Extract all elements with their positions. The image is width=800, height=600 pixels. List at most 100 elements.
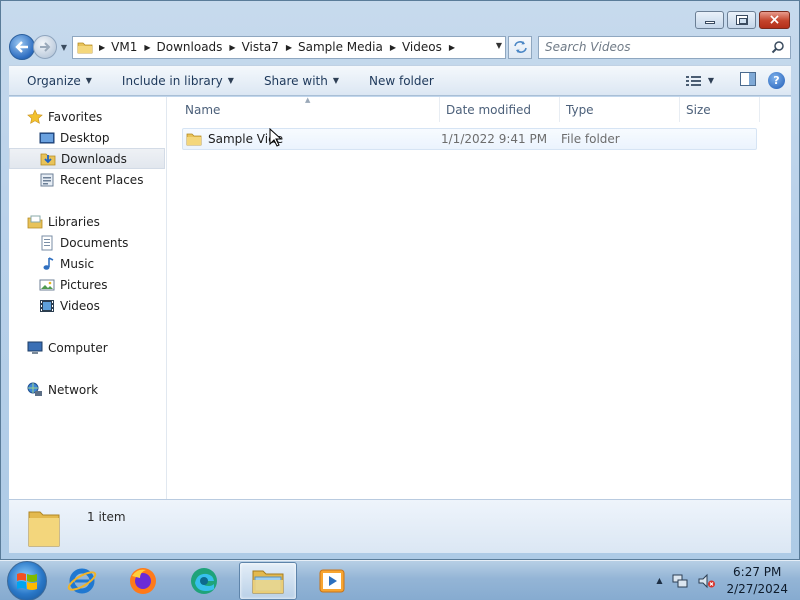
breadcrumb-arrow-icon[interactable]: ▶ bbox=[144, 43, 150, 52]
breadcrumb-arrow-icon[interactable]: ▶ bbox=[449, 43, 455, 52]
column-header-size[interactable]: Size bbox=[680, 97, 760, 122]
refresh-button[interactable] bbox=[508, 35, 532, 59]
nav-item-documents[interactable]: Documents bbox=[9, 232, 166, 253]
search-box[interactable] bbox=[538, 35, 791, 59]
item-count: 1 item bbox=[87, 510, 126, 524]
nav-item-libraries[interactable]: Libraries bbox=[9, 211, 166, 232]
nav-label: Computer bbox=[48, 340, 108, 355]
share-with-button[interactable]: Share with ▼ bbox=[264, 74, 339, 88]
network-status-icon[interactable] bbox=[672, 573, 688, 589]
address-dropdown-icon[interactable]: ▼ bbox=[496, 41, 502, 50]
nav-item-videos[interactable]: Videos bbox=[9, 295, 166, 316]
nav-label: Favorites bbox=[48, 109, 103, 124]
volume-muted-icon[interactable] bbox=[698, 573, 716, 589]
chevron-down-icon[interactable]: ▼ bbox=[708, 76, 714, 85]
downloads-folder-icon bbox=[40, 153, 56, 165]
close-button[interactable]: × bbox=[759, 11, 790, 29]
column-header-label: Name bbox=[185, 102, 221, 117]
taskbar-firefox[interactable] bbox=[117, 562, 169, 600]
nav-item-recent-places[interactable]: Recent Places bbox=[9, 169, 166, 190]
back-button[interactable] bbox=[9, 34, 35, 60]
nav-label: Downloads bbox=[61, 151, 127, 166]
search-input[interactable] bbox=[539, 36, 790, 58]
help-button[interactable]: ? bbox=[768, 72, 785, 89]
forward-button[interactable] bbox=[33, 35, 57, 59]
system-tray: ▲ 6:27 PM 2/27/2024 bbox=[656, 564, 788, 598]
column-header-label: Type bbox=[566, 102, 594, 117]
address-bar[interactable]: ▶ VM1 ▶ Downloads ▶ Vista7 ▶ Sample Medi… bbox=[72, 35, 506, 59]
file-date-modified: 1/1/2022 9:41 PM bbox=[441, 132, 548, 146]
explorer-window: × ▼ ▶ VM1 ▶ Downloads ▶ Vista7 ▶ Sample … bbox=[0, 0, 800, 560]
nav-item-music[interactable]: Music bbox=[9, 253, 166, 274]
chevron-down-icon: ▼ bbox=[227, 76, 234, 85]
sort-ascending-icon: ▲ bbox=[305, 96, 311, 104]
chevron-down-icon: ▼ bbox=[332, 76, 339, 85]
command-bar: Organize ▼ Include in library ▼ Share with… bbox=[9, 65, 791, 96]
breadcrumb-arrow-icon[interactable]: ▶ bbox=[99, 43, 105, 52]
nav-label: Recent Places bbox=[60, 172, 144, 187]
mouse-cursor-icon bbox=[269, 128, 283, 147]
column-header-type[interactable]: Type bbox=[560, 97, 680, 122]
nav-label: Network bbox=[48, 382, 99, 397]
breadcrumb-label: Downloads bbox=[156, 40, 223, 54]
navigation-pane: Favorites Desktop Downloads Recent Place… bbox=[9, 97, 167, 499]
forward-arrow-icon bbox=[40, 42, 51, 52]
nav-item-downloads[interactable]: Downloads bbox=[9, 148, 165, 169]
firefox-icon bbox=[130, 567, 156, 594]
nav-item-computer[interactable]: Computer bbox=[9, 337, 166, 358]
clock[interactable]: 6:27 PM 2/27/2024 bbox=[726, 564, 788, 598]
breadcrumb-videos[interactable]: Videos bbox=[402, 37, 442, 58]
nav-label: Desktop bbox=[60, 130, 110, 145]
breadcrumb-vm1[interactable]: VM1 bbox=[111, 37, 137, 58]
nav-label: Music bbox=[60, 256, 95, 271]
search-icon[interactable] bbox=[771, 40, 785, 54]
include-in-library-label: Include in library bbox=[121, 73, 223, 88]
computer-icon bbox=[27, 341, 43, 354]
show-hidden-icons-icon[interactable]: ▲ bbox=[656, 576, 662, 585]
nav-item-network[interactable]: Network bbox=[9, 379, 166, 400]
file-list: ▲ Name Date modified Type Size Sample Vi… bbox=[167, 96, 791, 499]
recent-pages-dropdown-icon[interactable]: ▼ bbox=[58, 43, 70, 52]
taskbar-internet-explorer[interactable] bbox=[56, 562, 108, 600]
taskbar-file-explorer[interactable] bbox=[239, 561, 297, 600]
restore-icon bbox=[736, 15, 748, 25]
nav-item-desktop[interactable]: Desktop bbox=[9, 127, 166, 148]
preview-pane-button[interactable] bbox=[740, 72, 756, 89]
maximize-button[interactable] bbox=[727, 11, 756, 29]
new-folder-button[interactable]: New folder bbox=[369, 74, 434, 88]
recent-places-icon bbox=[40, 173, 54, 186]
breadcrumb-label: Videos bbox=[401, 40, 442, 54]
include-in-library-button[interactable]: Include in library ▼ bbox=[122, 74, 234, 88]
start-button[interactable] bbox=[7, 560, 47, 600]
column-header-name[interactable]: Name bbox=[167, 97, 440, 122]
taskbar-media-player[interactable] bbox=[306, 562, 358, 600]
nav-label: Libraries bbox=[48, 214, 100, 229]
organize-label: Organize bbox=[27, 73, 81, 88]
nav-item-favorites[interactable]: Favorites bbox=[9, 106, 166, 127]
taskbar-edge[interactable] bbox=[178, 562, 230, 600]
media-player-icon bbox=[319, 569, 345, 592]
chevron-down-icon: ▼ bbox=[85, 76, 92, 85]
network-icon bbox=[27, 382, 42, 396]
nav-item-pictures[interactable]: Pictures bbox=[9, 274, 166, 295]
minimize-button[interactable] bbox=[695, 11, 724, 29]
documents-icon bbox=[41, 235, 53, 250]
breadcrumb-downloads[interactable]: Downloads bbox=[157, 37, 223, 58]
breadcrumb-label: Vista7 bbox=[241, 40, 279, 54]
breadcrumb-arrow-icon[interactable]: ▶ bbox=[390, 43, 396, 52]
pictures-icon bbox=[39, 279, 55, 290]
breadcrumb-vista7[interactable]: Vista7 bbox=[242, 37, 279, 58]
libraries-icon bbox=[27, 215, 43, 228]
breadcrumb-arrow-icon[interactable]: ▶ bbox=[229, 43, 235, 52]
large-folder-icon bbox=[28, 511, 60, 547]
change-view-button[interactable]: ▼ bbox=[685, 75, 714, 87]
windows-logo-icon bbox=[17, 572, 37, 590]
folder-icon bbox=[186, 133, 202, 146]
taskbar: ▲ 6:27 PM 2/27/2024 bbox=[0, 560, 800, 600]
breadcrumb-arrow-icon[interactable]: ▶ bbox=[286, 43, 292, 52]
column-header-date-modified[interactable]: Date modified bbox=[440, 97, 560, 122]
breadcrumb-sample-media[interactable]: Sample Media bbox=[298, 37, 383, 58]
organize-button[interactable]: Organize ▼ bbox=[27, 74, 92, 88]
